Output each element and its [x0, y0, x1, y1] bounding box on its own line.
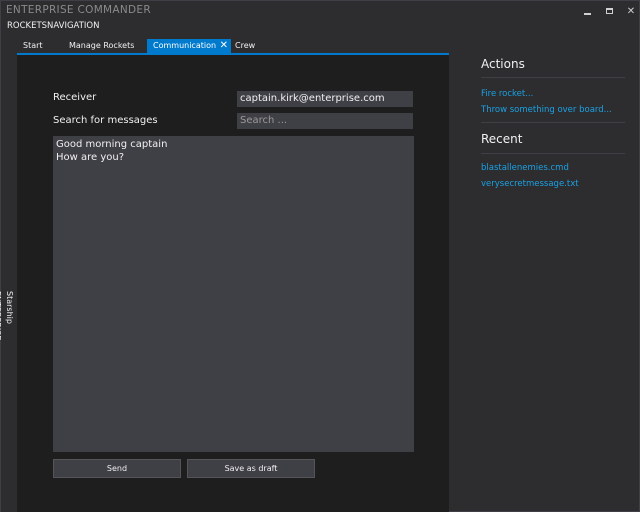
- communication-panel: Receiver Search for messages Good mornin…: [17, 55, 449, 512]
- divider: [481, 122, 625, 123]
- title-bar[interactable]: ENTERPRISE COMMANDER ✕: [1, 1, 639, 20]
- menu-bar: ROCKETS NAVIGATION: [1, 20, 401, 34]
- fire-rocket-link[interactable]: Fire rocket...: [481, 89, 533, 99]
- app-title: ENTERPRISE COMMANDER: [6, 4, 151, 16]
- tab-label: Crew: [235, 41, 256, 50]
- tab-start[interactable]: Start: [17, 39, 49, 53]
- tab-manage-rockets[interactable]: Manage Rockets: [63, 39, 140, 53]
- app-window: ENTERPRISE COMMANDER ✕ ROCKETS NAVIGATIO…: [0, 0, 640, 512]
- tab-label: Communication: [153, 41, 217, 50]
- recent-heading: Recent: [481, 132, 523, 146]
- recent-file-link[interactable]: verysecretmessage.txt: [481, 179, 579, 189]
- actions-heading: Actions: [481, 57, 525, 71]
- minimize-icon: [583, 13, 591, 15]
- maximize-button[interactable]: [599, 3, 619, 19]
- side-panel-label[interactable]: Starship ENTERPRISE: [0, 291, 15, 361]
- receiver-label: Receiver: [53, 92, 97, 103]
- tab-close-icon[interactable]: ✕: [220, 39, 228, 53]
- right-panel: Actions Fire rocket... Throw something o…: [449, 39, 639, 511]
- tab-label: Manage Rockets: [69, 41, 135, 50]
- tab-communication[interactable]: Communication ✕: [147, 39, 231, 53]
- search-label: Search for messages: [53, 115, 158, 126]
- divider: [481, 77, 625, 78]
- message-textarea[interactable]: Good morning captain How are you?: [53, 136, 414, 452]
- search-input[interactable]: [237, 113, 413, 129]
- side-strip: Starship ENTERPRISE: [0, 55, 17, 512]
- maximize-icon: [605, 8, 613, 14]
- throw-overboard-link[interactable]: Throw something over board...: [481, 105, 612, 115]
- close-icon: ✕: [626, 5, 636, 17]
- divider: [481, 153, 625, 154]
- minimize-button[interactable]: [577, 3, 597, 19]
- save-draft-button[interactable]: Save as draft: [187, 459, 315, 478]
- tab-label: Start: [23, 41, 43, 50]
- recent-file-link[interactable]: blastallenemies.cmd: [481, 163, 569, 173]
- menu-navigation[interactable]: NAVIGATION: [47, 21, 99, 31]
- receiver-field[interactable]: [237, 91, 413, 107]
- send-button[interactable]: Send: [53, 459, 181, 478]
- tab-crew[interactable]: Crew: [229, 39, 261, 53]
- menu-rockets[interactable]: ROCKETS: [7, 21, 47, 31]
- close-window-button[interactable]: ✕: [621, 3, 640, 19]
